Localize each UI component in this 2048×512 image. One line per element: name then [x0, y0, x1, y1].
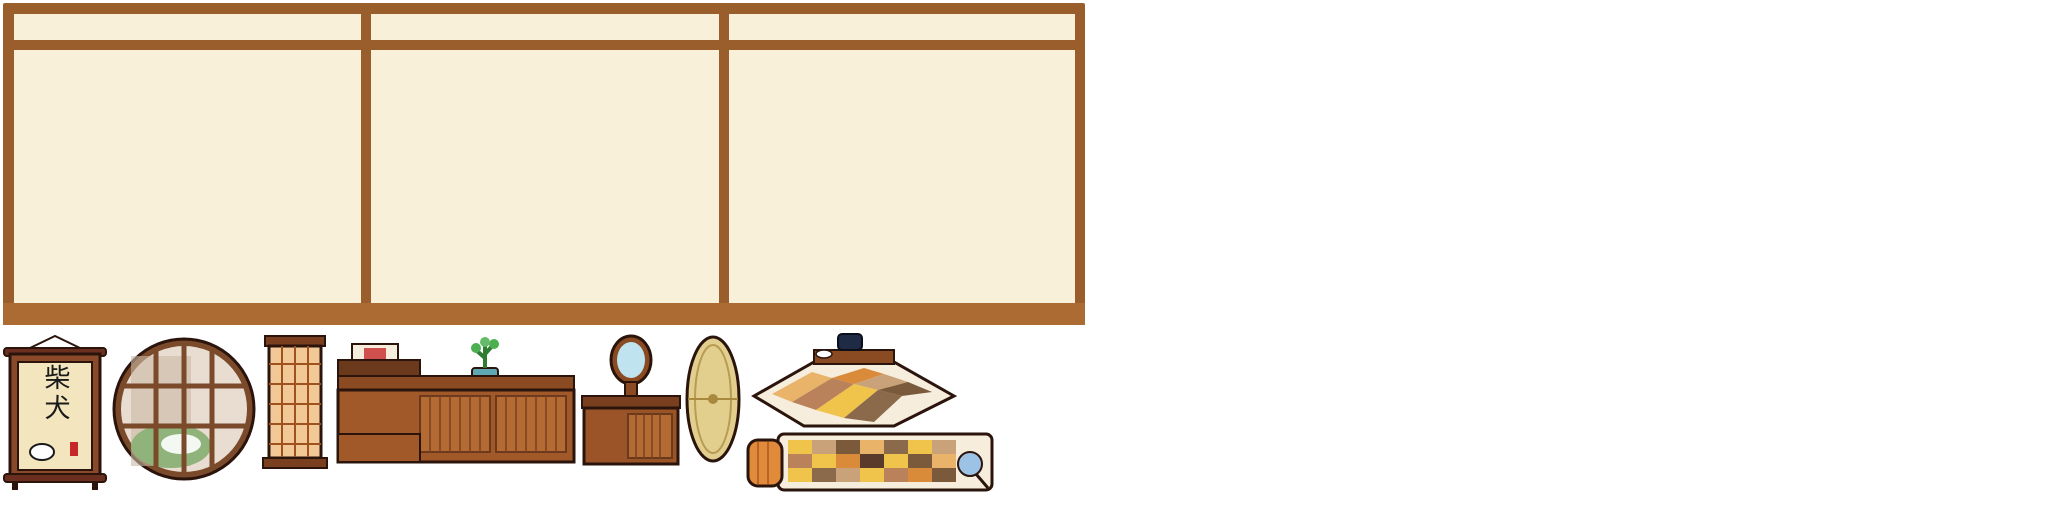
shoji-paper-panel-3 — [729, 50, 1075, 305]
shoji-screen-wall — [3, 3, 1085, 325]
shoji-bottom-sill — [3, 303, 1085, 325]
hanging-scroll-shiba[interactable]: 柴犬 — [2, 334, 108, 492]
shoji-paper-panel-2 — [371, 50, 719, 305]
lattice-floor-lamp[interactable] — [259, 334, 331, 472]
sprite-sheet-canvas: 柴犬 — [0, 0, 2048, 512]
shoji-transom-panel-2 — [371, 14, 719, 40]
shoji-paper-panel-1 — [14, 50, 361, 305]
round-window[interactable] — [111, 336, 257, 482]
scroll-calligraphy-text: 柴犬 — [40, 364, 70, 424]
rolled-tatami-mat[interactable] — [684, 334, 742, 464]
shoji-transom-panel-3 — [729, 14, 1075, 40]
kotatsu-table[interactable] — [744, 332, 962, 432]
low-cabinet-with-bonsai[interactable] — [336, 334, 576, 470]
futon-with-pillow[interactable] — [744, 430, 996, 494]
mirror-vanity-stand[interactable] — [578, 334, 684, 468]
shoji-transom-panel-1 — [14, 14, 361, 40]
